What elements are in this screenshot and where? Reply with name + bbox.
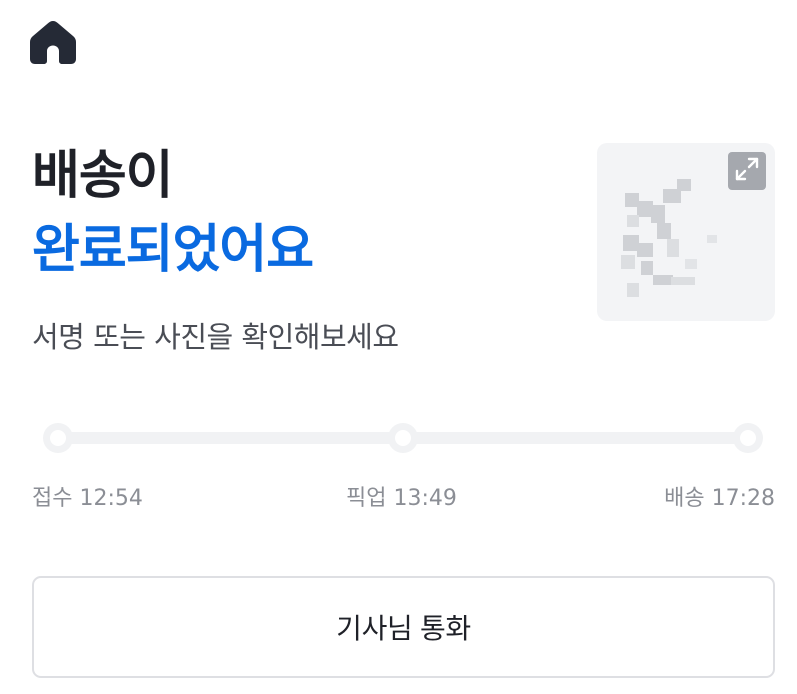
timeline-node-delivered (733, 423, 763, 453)
timeline-label-pickup: 픽업 13:49 (346, 486, 457, 511)
status-subtitle: 서명 또는 사진을 확인해보세요 (32, 320, 399, 354)
timeline-node-pickup (388, 423, 418, 453)
status-title: 배송이 (32, 146, 174, 206)
timeline-label-delivered: 배송 17:28 (664, 486, 775, 511)
status-title-highlight: 완료되었어요 (32, 220, 314, 280)
proof-thumbnail[interactable] (597, 143, 775, 321)
timeline-label-received: 접수 12:54 (32, 486, 143, 511)
expand-button[interactable] (728, 152, 766, 190)
call-driver-button[interactable]: 기사님 통화 (32, 576, 775, 678)
expand-icon (734, 156, 760, 186)
home-button[interactable] (28, 18, 78, 68)
home-icon (28, 18, 78, 66)
timeline-node-received (43, 423, 73, 453)
